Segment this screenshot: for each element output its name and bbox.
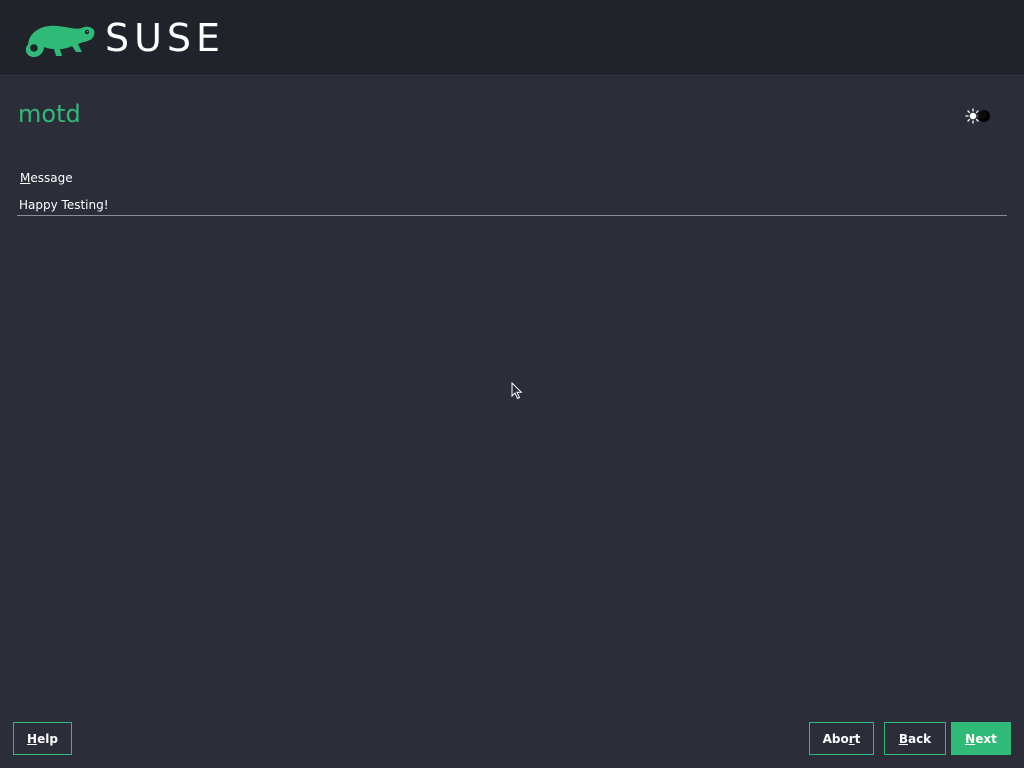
suse-logo-text: SUSE	[105, 16, 226, 60]
help-mnemonic: H	[27, 731, 38, 746]
abort-label-prefix: Abo	[822, 731, 849, 746]
back-label-rest: ack	[907, 731, 932, 746]
next-mnemonic: N	[965, 731, 976, 746]
header-bar: SUSE	[0, 0, 1024, 74]
message-input[interactable]	[17, 194, 1007, 216]
message-label: Message	[20, 170, 73, 186]
mouse-pointer-icon	[511, 382, 523, 400]
abort-button[interactable]: Abo r t	[809, 722, 874, 755]
sun-moon-icon[interactable]	[964, 106, 994, 126]
message-label-mnemonic: M	[20, 171, 31, 185]
next-label-rest: ext	[975, 731, 997, 746]
abort-label-rest: t	[854, 731, 861, 746]
page-title: motd	[18, 100, 81, 128]
message-label-rest: essage	[30, 171, 73, 185]
back-button[interactable]: Back	[884, 722, 946, 755]
help-label-rest: elp	[37, 731, 58, 746]
next-button[interactable]: Next	[951, 722, 1011, 755]
help-button[interactable]: Help	[13, 722, 72, 755]
chameleon-icon	[25, 25, 95, 57]
installer-window: SUSE motd Message Help Abort Back Next	[0, 0, 1024, 768]
back-mnemonic: B	[898, 731, 908, 746]
